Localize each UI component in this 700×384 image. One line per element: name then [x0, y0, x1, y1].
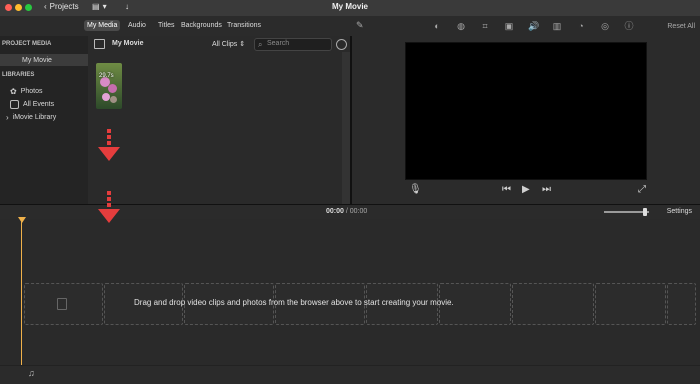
timeline-empty-instruction: Drag and drop video clips and photos fro…	[134, 298, 454, 307]
drop-slot	[595, 283, 666, 325]
flower-blossom	[108, 84, 117, 93]
browser-header: My Movie All Clips ⇕ ⌕ Search	[88, 36, 350, 52]
sidebar-toggle-icon[interactable]	[94, 39, 105, 49]
fullscreen-icon[interactable]: ⤢	[638, 184, 646, 195]
skip-forward-icon[interactable]: ⏭	[542, 184, 551, 195]
project-media-header: PROJECT MEDIA	[2, 41, 52, 47]
timeline-drop-area[interactable]: Drag and drop video clips and photos fro…	[24, 283, 696, 325]
video-preview[interactable]	[405, 42, 647, 180]
timeline-settings-button[interactable]: Settings	[667, 208, 692, 215]
tab-backgrounds[interactable]: Backgrounds	[178, 20, 225, 31]
time-current: 00:00	[326, 208, 344, 215]
sidebar-item-imovie-library[interactable]: › iMovie Library	[0, 111, 88, 123]
all-clips-label: All Clips	[212, 41, 238, 48]
media-toolbar: My Media Audio Titles Backgrounds Transi…	[0, 16, 700, 36]
speed-icon[interactable]: ◔	[576, 21, 586, 31]
equalizer-icon[interactable]: ▥	[552, 21, 562, 31]
media-thumbnail[interactable]: 29.7s	[96, 63, 122, 109]
libraries-header: LIBRARIES	[2, 72, 35, 78]
filter-icon[interactable]: ◎	[600, 21, 610, 31]
window-title: My Movie	[331, 2, 368, 11]
magic-wand-icon[interactable]: ✎	[356, 20, 364, 31]
time-total: 00:00	[349, 208, 368, 215]
red-arrow-annotation	[98, 129, 120, 169]
info-icon[interactable]: ⓘ	[624, 21, 634, 31]
search-field[interactable]: ⌕ Search	[254, 38, 332, 51]
browser-settings-icon[interactable]	[336, 39, 347, 50]
disclosure-arrow-icon: ›	[6, 112, 9, 122]
volume-icon[interactable]: 🔊	[528, 21, 539, 31]
tab-transitions[interactable]: Transitions	[224, 20, 264, 31]
zoom-knob[interactable]	[643, 208, 647, 216]
drop-slot	[512, 283, 594, 325]
events-icon	[10, 99, 19, 109]
tab-audio[interactable]: Audio	[125, 20, 149, 31]
sidebar-item-label: Photos	[20, 87, 43, 95]
media-browser: My Movie All Clips ⇕ ⌕ Search 29.7s	[88, 36, 350, 204]
drop-slot	[667, 283, 696, 325]
timeline: Drag and drop video clips and photos fro…	[0, 191, 700, 384]
sidebar-item-all-events[interactable]: All Events	[0, 98, 88, 110]
color-balance-icon[interactable]: ◐	[432, 21, 442, 31]
stabilization-icon[interactable]: ▣	[504, 21, 514, 31]
play-icon[interactable]: ▶	[522, 184, 530, 195]
photos-icon: ✿	[10, 86, 17, 96]
search-placeholder: Search	[267, 40, 290, 47]
sidebar-item-label: My Movie	[22, 56, 52, 64]
window-titlebar: ‹ Projects ▤ ▾ ↓ My Movie	[0, 0, 700, 16]
drop-slot	[24, 283, 103, 325]
viewer-adjustments-toolbar: ◐ ◍ ⌗ ▣ 🔊 ▥ ◔ ◎ ⓘ	[432, 21, 634, 31]
reset-all-button[interactable]: Reset All	[667, 23, 695, 30]
red-arrow-annotation	[98, 191, 120, 231]
sidebar-item-label: All Events	[23, 100, 55, 108]
search-icon: ⌕	[258, 40, 263, 49]
browser-scrollbar[interactable]	[342, 52, 350, 204]
color-correction-icon[interactable]: ◍	[456, 21, 466, 31]
playhead[interactable]	[21, 219, 22, 365]
thumbnail-duration-label: 29.7s	[99, 73, 114, 79]
film-icon	[57, 298, 67, 310]
flower-blossom	[110, 96, 117, 103]
sidebar-item-label: iMovie Library	[12, 113, 57, 121]
sidebar-item-my-movie[interactable]: My Movie	[0, 54, 88, 66]
chevron-updown-icon: ⇕	[239, 41, 246, 48]
music-note-icon: ♫	[28, 368, 35, 378]
timecode-display: 00:00 / 00:00	[326, 208, 368, 215]
tab-my-media[interactable]: My Media	[84, 20, 121, 31]
crop-icon[interactable]: ⌗	[480, 21, 490, 31]
playhead-tip[interactable]	[18, 217, 26, 223]
sidebar-item-photos[interactable]: ✿ Photos	[0, 85, 88, 97]
skip-back-icon[interactable]: ⏮	[502, 184, 511, 195]
tab-titles[interactable]: Titles	[155, 20, 177, 31]
flower-blossom	[102, 93, 110, 101]
library-sidebar: PROJECT MEDIA My Movie LIBRARIES ✿ Photo…	[0, 36, 88, 204]
browser-title: My Movie	[112, 40, 144, 47]
audio-track: ♫	[0, 365, 700, 384]
viewer-panel: 🎙 ⏮ ▶ ⏭ ⤢	[352, 36, 700, 204]
all-clips-dropdown[interactable]: All Clips ⇕	[212, 40, 245, 48]
microphone-icon[interactable]: 🎙	[409, 184, 422, 195]
